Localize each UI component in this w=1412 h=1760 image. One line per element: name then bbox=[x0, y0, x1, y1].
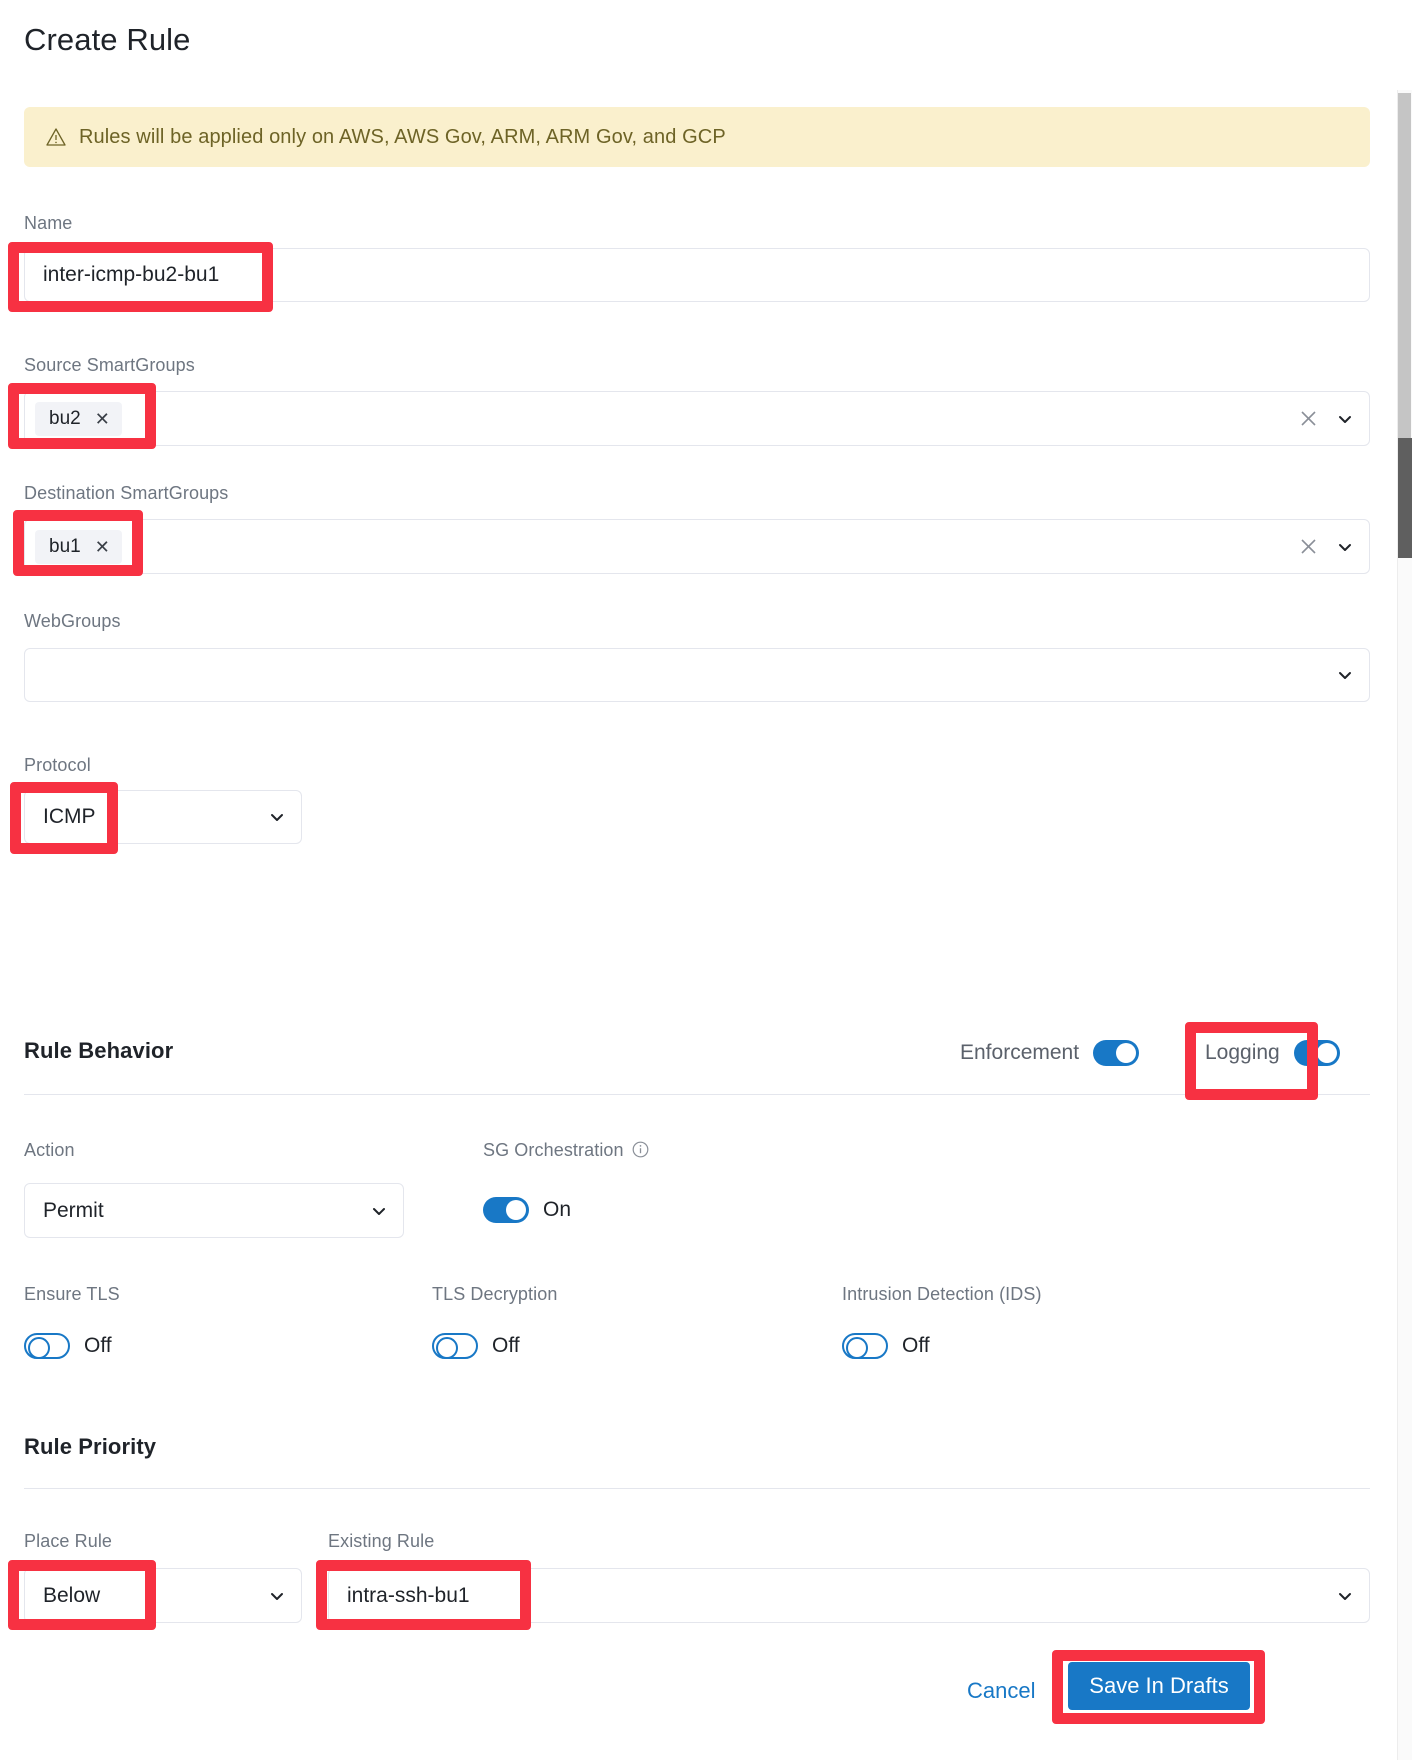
warning-banner-text: Rules will be applied only on AWS, AWS G… bbox=[79, 125, 726, 148]
action-select[interactable]: Permit bbox=[24, 1183, 404, 1238]
clear-icon[interactable] bbox=[1300, 410, 1317, 427]
action-label: Action bbox=[24, 1140, 75, 1160]
ensure-tls-toggle-group[interactable]: Off bbox=[24, 1333, 112, 1359]
ensure-tls-toggle[interactable] bbox=[24, 1333, 70, 1359]
chip-remove-icon[interactable]: ✕ bbox=[95, 538, 110, 556]
existing-rule-select[interactable]: intra-ssh-bu1 bbox=[328, 1568, 1370, 1623]
place-rule-select[interactable]: Below bbox=[24, 1568, 302, 1623]
ensure-tls-state: Off bbox=[84, 1334, 112, 1357]
intrusion-detection-toggle[interactable] bbox=[842, 1333, 888, 1359]
chip-destination-smartgroup[interactable]: bu1 ✕ bbox=[35, 529, 122, 564]
chevron-down-icon[interactable] bbox=[371, 1203, 387, 1219]
save-in-drafts-button[interactable]: Save In Drafts bbox=[1068, 1662, 1250, 1710]
logging-toggle[interactable] bbox=[1293, 1040, 1340, 1066]
name-input[interactable]: inter-icmp-bu2-bu1 bbox=[24, 248, 1370, 302]
vertical-scrollbar-thumb-secondary[interactable] bbox=[1398, 438, 1412, 558]
webgroups-label: WebGroups bbox=[24, 611, 121, 631]
sg-orchestration-label: SG Orchestration bbox=[483, 1140, 649, 1161]
protocol-label: Protocol bbox=[24, 755, 91, 775]
existing-rule-value: intra-ssh-bu1 bbox=[347, 1583, 470, 1607]
chevron-down-icon[interactable] bbox=[1337, 539, 1353, 555]
rule-priority-divider bbox=[24, 1488, 1370, 1489]
intrusion-detection-toggle-group[interactable]: Off bbox=[842, 1333, 930, 1359]
tls-decryption-toggle[interactable] bbox=[432, 1333, 478, 1359]
name-input-value: inter-icmp-bu2-bu1 bbox=[43, 263, 220, 286]
info-icon[interactable] bbox=[632, 1141, 649, 1158]
webgroups-select[interactable] bbox=[24, 648, 1370, 702]
name-label: Name bbox=[24, 213, 73, 233]
chip-source-smartgroup[interactable]: bu2 ✕ bbox=[35, 401, 122, 436]
sg-orchestration-label-text: SG Orchestration bbox=[483, 1140, 624, 1160]
page-title: Create Rule bbox=[24, 22, 191, 57]
destination-smartgroups-label: Destination SmartGroups bbox=[24, 483, 229, 503]
rule-behavior-heading: Rule Behavior bbox=[24, 1038, 174, 1063]
rule-behavior-divider bbox=[24, 1094, 1370, 1095]
existing-rule-label: Existing Rule bbox=[328, 1531, 435, 1551]
enforcement-toggle-group[interactable]: Enforcement bbox=[960, 1040, 1140, 1066]
place-rule-value: Below bbox=[43, 1583, 101, 1607]
clear-icon[interactable] bbox=[1300, 538, 1317, 555]
logging-toggle-group[interactable]: Logging bbox=[1205, 1040, 1340, 1066]
logging-label: Logging bbox=[1205, 1041, 1280, 1064]
chip-label: bu2 bbox=[49, 407, 81, 429]
enforcement-toggle[interactable] bbox=[1093, 1040, 1140, 1066]
intrusion-detection-state: Off bbox=[902, 1334, 930, 1357]
source-smartgroups-multiselect[interactable]: bu2 ✕ bbox=[24, 391, 1370, 446]
sg-orchestration-toggle-group[interactable]: On bbox=[483, 1197, 571, 1223]
tls-decryption-state: Off bbox=[492, 1334, 520, 1357]
place-rule-label: Place Rule bbox=[24, 1531, 113, 1551]
create-rule-page: Create Rule Rules will be applied only o… bbox=[0, 0, 1412, 1760]
destination-smartgroups-chips: bu1 ✕ bbox=[35, 529, 1300, 564]
vertical-scrollbar-thumb[interactable] bbox=[1398, 93, 1411, 443]
sg-orchestration-toggle[interactable] bbox=[483, 1197, 529, 1223]
source-smartgroups-label: Source SmartGroups bbox=[24, 355, 195, 375]
tls-decryption-toggle-group[interactable]: Off bbox=[432, 1333, 520, 1359]
source-smartgroups-chips: bu2 ✕ bbox=[35, 401, 1300, 436]
warning-banner: Rules will be applied only on AWS, AWS G… bbox=[24, 107, 1370, 167]
ensure-tls-label: Ensure TLS bbox=[24, 1284, 120, 1304]
chevron-down-icon[interactable] bbox=[269, 1588, 285, 1604]
chevron-down-icon[interactable] bbox=[1337, 1588, 1353, 1604]
chevron-down-icon[interactable] bbox=[269, 809, 285, 825]
protocol-value: ICMP bbox=[43, 805, 96, 828]
tls-decryption-label: TLS Decryption bbox=[432, 1284, 558, 1304]
rule-priority-heading: Rule Priority bbox=[24, 1434, 157, 1459]
chip-remove-icon[interactable]: ✕ bbox=[95, 410, 110, 428]
warning-triangle-icon bbox=[46, 128, 66, 146]
action-value: Permit bbox=[43, 1198, 104, 1222]
cancel-button[interactable]: Cancel bbox=[967, 1678, 1035, 1704]
sg-orchestration-state: On bbox=[543, 1198, 572, 1221]
intrusion-detection-label: Intrusion Detection (IDS) bbox=[842, 1284, 1042, 1304]
protocol-select[interactable]: ICMP bbox=[24, 790, 302, 844]
chip-label: bu1 bbox=[49, 535, 81, 557]
chevron-down-icon[interactable] bbox=[1337, 411, 1353, 427]
enforcement-label: Enforcement bbox=[960, 1041, 1080, 1064]
destination-smartgroups-multiselect[interactable]: bu1 ✕ bbox=[24, 519, 1370, 574]
chevron-down-icon[interactable] bbox=[1337, 667, 1353, 683]
